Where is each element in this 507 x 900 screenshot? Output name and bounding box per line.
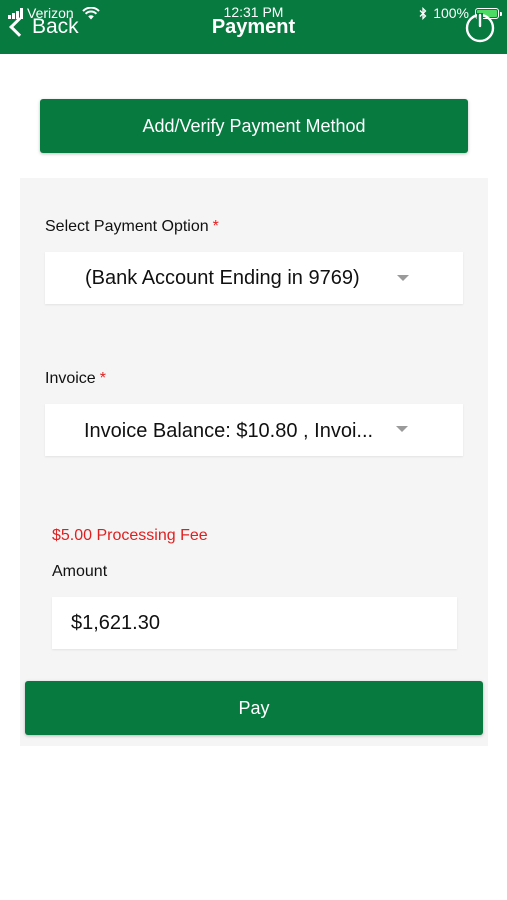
invoice-label-text: Invoice bbox=[45, 370, 96, 387]
page-title: Payment bbox=[211, 16, 296, 38]
payment-option-value: (Bank Account Ending in 9769) bbox=[85, 267, 360, 289]
add-verify-payment-method-button[interactable]: Add/Verify Payment Method bbox=[40, 99, 468, 153]
required-marker: * bbox=[212, 218, 219, 235]
power-icon[interactable] bbox=[463, 10, 497, 44]
amount-label: Amount bbox=[52, 563, 108, 580]
invoice-select[interactable]: Invoice Balance: $10.80 , Invoi... bbox=[45, 404, 463, 456]
pay-button[interactable]: Pay bbox=[25, 681, 483, 735]
app-header: Verizon 12:31 PM 100% Back Payment bbox=[0, 0, 507, 54]
payment-option-label: Select Payment Option * bbox=[45, 218, 219, 236]
required-marker: * bbox=[99, 370, 106, 387]
amount-input[interactable] bbox=[52, 597, 457, 649]
dropdown-caret-icon bbox=[397, 275, 409, 281]
invoice-value: Invoice Balance: $10.80 , Invoi... bbox=[84, 420, 374, 442]
processing-fee-text: $5.00 Processing Fee bbox=[52, 527, 208, 544]
invoice-label: Invoice * bbox=[45, 370, 106, 388]
payment-option-label-text: Select Payment Option bbox=[45, 218, 209, 235]
payment-option-select[interactable]: (Bank Account Ending in 9769) bbox=[45, 252, 463, 304]
dropdown-caret-icon bbox=[396, 426, 408, 432]
